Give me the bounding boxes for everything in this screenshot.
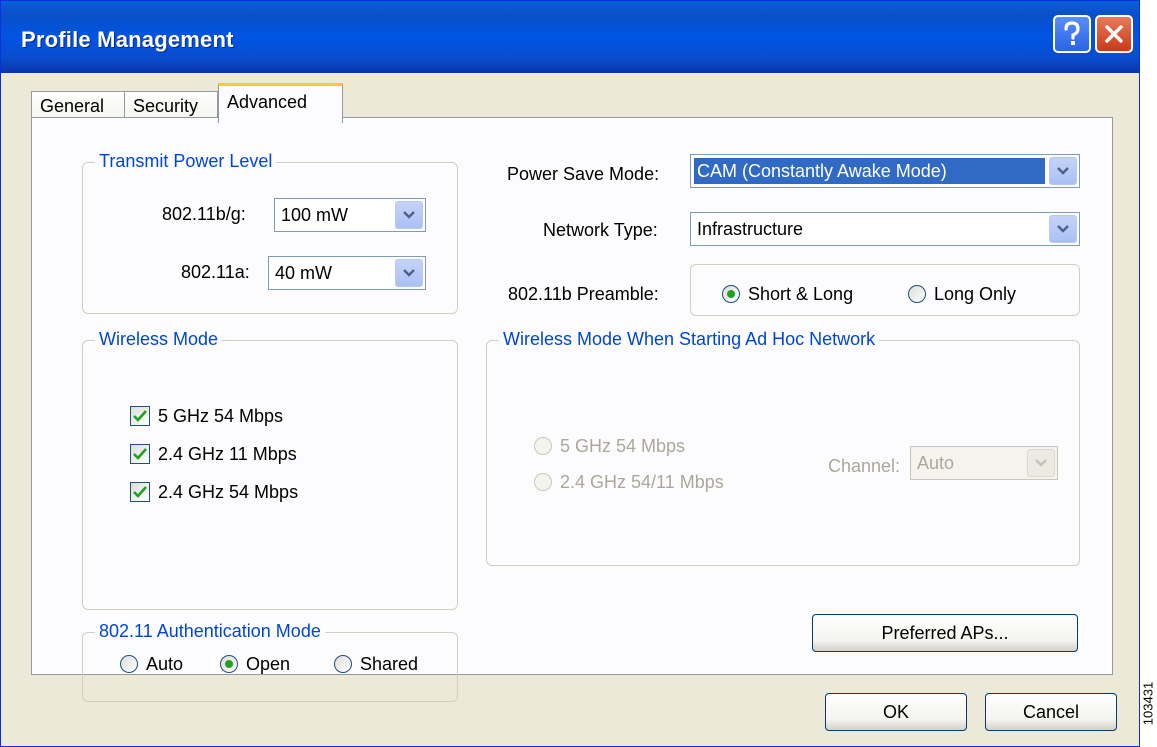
preamble-label: 802.11b Preamble:: [508, 284, 659, 304]
preamble-short-long-label[interactable]: Short & Long: [748, 284, 853, 305]
dialog-content: General Security Advanced Transmit Power…: [1, 73, 1139, 746]
bg-power-select[interactable]: 100 mW: [274, 198, 426, 232]
wm-24ghz-11-label[interactable]: 2.4 GHz 11 Mbps: [158, 444, 297, 465]
checkmark-icon: [133, 448, 147, 460]
question-mark-icon: [1064, 21, 1080, 45]
a-power-select[interactable]: 40 mW: [268, 256, 426, 290]
adhoc-24ghz-label[interactable]: 2.4 GHz 54/11 Mbps: [560, 472, 724, 493]
chevron-down-icon[interactable]: [1049, 215, 1077, 243]
chevron-down-icon[interactable]: [395, 201, 423, 229]
wireless-mode-group: Wireless Mode: [82, 329, 458, 610]
cancel-button[interactable]: Cancel: [985, 693, 1117, 731]
transmit-power-legend: Transmit Power Level: [95, 151, 277, 172]
preamble-long-only-radio[interactable]: [908, 285, 926, 303]
auth-mode-legend: 802.11 Authentication Mode: [95, 621, 325, 642]
power-save-label: Power Save Mode:: [507, 164, 660, 184]
power-save-select[interactable]: CAM (Constantly Awake Mode): [690, 154, 1080, 188]
auth-auto-label[interactable]: Auto: [146, 654, 183, 675]
bg-power-label: 802.11b/g:: [162, 204, 246, 224]
power-save-value: CAM (Constantly Awake Mode): [694, 158, 1045, 184]
network-type-select[interactable]: Infrastructure: [690, 212, 1080, 246]
auth-open-radio[interactable]: [220, 655, 238, 673]
preamble-long-only-label[interactable]: Long Only: [934, 284, 1016, 305]
auth-open-label[interactable]: Open: [246, 654, 290, 675]
network-type-label: Network Type:: [543, 220, 658, 240]
channel-select[interactable]: Auto: [910, 446, 1058, 480]
a-power-value: 40 mW: [275, 263, 333, 283]
chevron-down-icon[interactable]: [1049, 157, 1077, 185]
channel-value: Auto: [917, 453, 955, 473]
adhoc-5ghz-radio[interactable]: [534, 437, 552, 455]
preamble-short-long-radio[interactable]: [722, 285, 740, 303]
tab-security-label: Security: [133, 96, 199, 116]
wm-5ghz-checkbox[interactable]: [130, 406, 150, 426]
wm-24ghz-54-label[interactable]: 2.4 GHz 54 Mbps: [158, 482, 298, 503]
channel-label: Channel:: [828, 456, 901, 476]
help-button[interactable]: [1053, 15, 1091, 53]
close-button[interactable]: [1095, 15, 1133, 53]
auth-shared-radio[interactable]: [334, 655, 352, 673]
chevron-down-icon[interactable]: [395, 259, 423, 287]
profile-management-dialog: Profile Management General Security Adva…: [0, 0, 1140, 747]
bg-power-value: 100 mW: [281, 205, 349, 225]
auth-shared-label[interactable]: Shared: [360, 654, 418, 675]
close-icon: [1105, 25, 1123, 43]
adhoc-mode-legend: Wireless Mode When Starting Ad Hoc Netwo…: [499, 329, 880, 350]
transmit-power-group: Transmit Power Level: [82, 151, 458, 314]
auth-auto-radio[interactable]: [120, 655, 138, 673]
figure-number-text: 103431: [1140, 681, 1156, 726]
wm-24ghz-11-checkbox[interactable]: [130, 444, 150, 464]
ok-button[interactable]: OK: [825, 693, 967, 731]
title-bar[interactable]: Profile Management: [1, 1, 1139, 73]
wireless-mode-legend: Wireless Mode: [95, 329, 223, 350]
a-power-label: 802.11a:: [181, 262, 250, 282]
wm-24ghz-54-checkbox[interactable]: [130, 482, 150, 502]
adhoc-5ghz-label[interactable]: 5 GHz 54 Mbps: [560, 436, 685, 457]
adhoc-24ghz-radio[interactable]: [534, 473, 552, 491]
wm-5ghz-label[interactable]: 5 GHz 54 Mbps: [158, 406, 283, 427]
checkmark-icon: [133, 486, 147, 498]
tab-advanced[interactable]: Advanced: [218, 83, 343, 123]
figure-number: 103431: [1138, 676, 1157, 736]
window-title: Profile Management: [21, 27, 234, 52]
tab-advanced-label: Advanced: [227, 92, 308, 112]
checkmark-icon: [133, 410, 147, 422]
tab-general-label: General: [40, 96, 105, 116]
preferred-aps-button[interactable]: Preferred APs...: [812, 614, 1078, 652]
advanced-panel: Transmit Power Level 802.11b/g: 100 mW 8…: [31, 117, 1113, 702]
chevron-down-icon[interactable]: [1027, 449, 1055, 477]
network-type-value: Infrastructure: [697, 219, 804, 239]
